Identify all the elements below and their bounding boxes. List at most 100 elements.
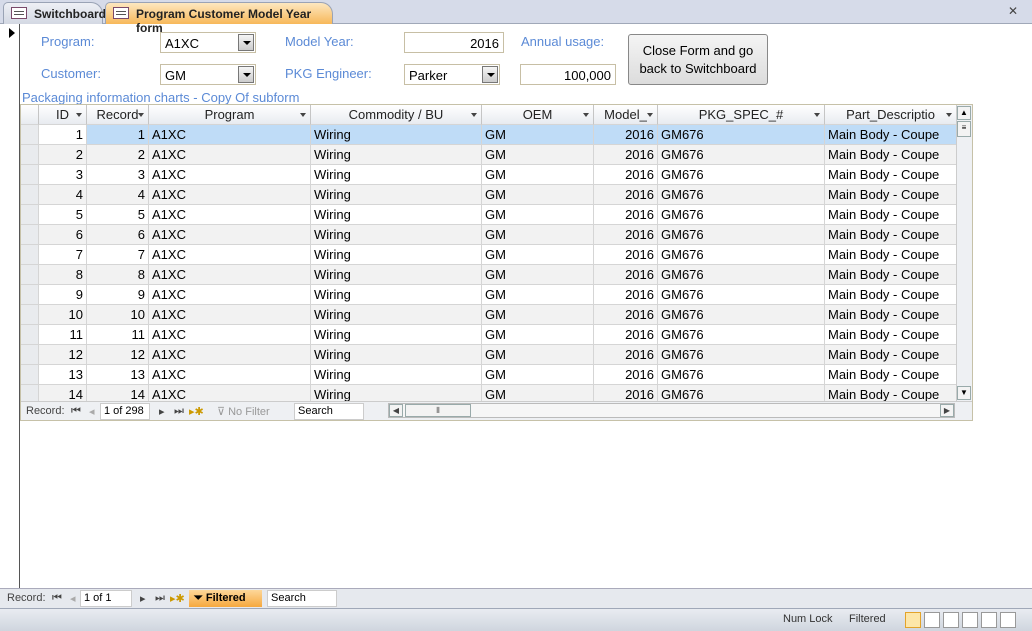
cell-model[interactable]: 2016 xyxy=(594,125,658,145)
cell-part-description[interactable]: Main Body - Coupe xyxy=(825,125,957,145)
cell-commodity-bu[interactable]: Wiring xyxy=(311,205,482,225)
table-row[interactable]: 1 1 A1XC Wiring GM 2016 GM676 Main Body - Coupe xyxy=(21,125,957,145)
sort-arrow-icon[interactable] xyxy=(647,113,653,117)
cell-commodity-bu[interactable]: Wiring xyxy=(311,305,482,325)
cell-model[interactable]: 2016 xyxy=(594,265,658,285)
cell-id[interactable]: 11 xyxy=(39,325,87,345)
next-record-icon[interactable]: ▸ xyxy=(159,405,165,418)
cell-model[interactable]: 2016 xyxy=(594,225,658,245)
pivotchart-view-icon[interactable] xyxy=(962,612,978,628)
cell-record[interactable]: 3 xyxy=(87,165,149,185)
select-all-corner[interactable] xyxy=(21,105,39,125)
row-selector[interactable] xyxy=(21,265,39,285)
sort-arrow-icon[interactable] xyxy=(138,113,144,117)
cell-program[interactable]: A1XC xyxy=(149,245,311,265)
cell-id[interactable]: 9 xyxy=(39,285,87,305)
cell-commodity-bu[interactable]: Wiring xyxy=(311,285,482,305)
tab-switchboard[interactable]: Switchboard xyxy=(3,2,106,24)
cell-part-description[interactable]: Main Body - Coupe xyxy=(825,285,957,305)
search-input[interactable]: Search xyxy=(294,403,364,420)
next-record-icon[interactable]: ▸ xyxy=(140,592,146,605)
cell-id[interactable]: 4 xyxy=(39,185,87,205)
cell-oem[interactable]: GM xyxy=(482,185,594,205)
program-combo[interactable]: A1XC xyxy=(160,32,256,53)
cell-commodity-bu[interactable]: Wiring xyxy=(311,225,482,245)
cell-part-description[interactable]: Main Body - Coupe xyxy=(825,165,957,185)
cell-record[interactable]: 5 xyxy=(87,205,149,225)
layout-view-icon[interactable] xyxy=(981,612,997,628)
cell-id[interactable]: 6 xyxy=(39,225,87,245)
cell-commodity-bu[interactable]: Wiring xyxy=(311,325,482,345)
cell-program[interactable]: A1XC xyxy=(149,145,311,165)
cell-oem[interactable]: GM xyxy=(482,205,594,225)
scroll-thumb[interactable]: ≡ xyxy=(957,121,971,137)
cell-record[interactable]: 1 xyxy=(87,125,149,145)
cell-oem[interactable]: GM xyxy=(482,325,594,345)
cell-model[interactable]: 2016 xyxy=(594,185,658,205)
cell-program[interactable]: A1XC xyxy=(149,225,311,245)
close-icon[interactable]: ✕ xyxy=(1008,4,1018,18)
table-row[interactable]: 3 3 A1XC Wiring GM 2016 GM676 Main Body - Coupe xyxy=(21,165,957,185)
row-selector[interactable] xyxy=(21,345,39,365)
cell-program[interactable]: A1XC xyxy=(149,365,311,385)
vertical-scrollbar[interactable]: ▲ ≡ ▼ xyxy=(956,105,972,401)
filtered-button[interactable]: ⏷ Filtered xyxy=(189,590,262,607)
close-form-button[interactable]: Close Form and go back to Switchboard xyxy=(628,34,768,85)
form-view-icon[interactable] xyxy=(905,612,921,628)
datasheet-view-icon[interactable] xyxy=(924,612,940,628)
column-header-program[interactable]: Program xyxy=(149,105,311,125)
column-header-record[interactable]: Record xyxy=(87,105,149,125)
cell-model[interactable]: 2016 xyxy=(594,145,658,165)
chevron-down-icon[interactable] xyxy=(238,66,254,83)
row-selector[interactable] xyxy=(21,365,39,385)
column-header-oem[interactable]: OEM xyxy=(482,105,594,125)
cell-record[interactable]: 13 xyxy=(87,365,149,385)
table-row[interactable]: 2 2 A1XC Wiring GM 2016 GM676 Main Body - Coupe xyxy=(21,145,957,165)
record-position-field[interactable]: 1 of 1 xyxy=(80,590,132,607)
cell-pkg-spec[interactable]: GM676 xyxy=(658,165,825,185)
cell-part-description[interactable]: Main Body - Coupe xyxy=(825,145,957,165)
search-input[interactable]: Search xyxy=(267,590,337,607)
table-row[interactable]: 5 5 A1XC Wiring GM 2016 GM676 Main Body - Coupe xyxy=(21,205,957,225)
cell-part-description[interactable]: Main Body - Coupe xyxy=(825,225,957,245)
row-selector[interactable] xyxy=(21,305,39,325)
first-record-icon[interactable]: ⏮ xyxy=(52,592,62,605)
cell-model[interactable]: 2016 xyxy=(594,365,658,385)
cell-pkg-spec[interactable]: GM676 xyxy=(658,325,825,345)
column-header-pkg-spec[interactable]: PKG_SPEC_# xyxy=(658,105,825,125)
cell-commodity-bu[interactable]: Wiring xyxy=(311,345,482,365)
cell-program[interactable]: A1XC xyxy=(149,165,311,185)
row-selector[interactable] xyxy=(21,225,39,245)
table-row[interactable]: 4 4 A1XC Wiring GM 2016 GM676 Main Body - Coupe xyxy=(21,185,957,205)
cell-part-description[interactable]: Main Body - Coupe xyxy=(825,265,957,285)
cell-id[interactable]: 13 xyxy=(39,365,87,385)
cell-record[interactable]: 7 xyxy=(87,245,149,265)
cell-part-description[interactable]: Main Body - Coupe xyxy=(825,305,957,325)
sort-arrow-icon[interactable] xyxy=(946,113,952,117)
pivottable-view-icon[interactable] xyxy=(943,612,959,628)
cell-program[interactable]: A1XC xyxy=(149,285,311,305)
scroll-up-icon[interactable]: ▲ xyxy=(957,106,971,120)
last-record-icon[interactable]: ⏭ xyxy=(155,592,165,605)
record-position-field[interactable]: 1 of 298 xyxy=(100,403,150,420)
cell-oem[interactable]: GM xyxy=(482,265,594,285)
column-header-id[interactable]: ID xyxy=(39,105,87,125)
cell-oem[interactable]: GM xyxy=(482,125,594,145)
cell-commodity-bu[interactable]: Wiring xyxy=(311,145,482,165)
cell-oem[interactable]: GM xyxy=(482,245,594,265)
cell-id[interactable]: 12 xyxy=(39,345,87,365)
cell-pkg-spec[interactable]: GM676 xyxy=(658,125,825,145)
sort-arrow-icon[interactable] xyxy=(300,113,306,117)
cell-oem[interactable]: GM xyxy=(482,345,594,365)
cell-oem[interactable]: GM xyxy=(482,305,594,325)
cell-pkg-spec[interactable]: GM676 xyxy=(658,365,825,385)
cell-model[interactable]: 2016 xyxy=(594,345,658,365)
column-header-model[interactable]: Model_ xyxy=(594,105,658,125)
cell-commodity-bu[interactable]: Wiring xyxy=(311,245,482,265)
cell-program[interactable]: A1XC xyxy=(149,305,311,325)
cell-oem[interactable]: GM xyxy=(482,225,594,245)
row-selector[interactable] xyxy=(21,165,39,185)
cell-pkg-spec[interactable]: GM676 xyxy=(658,245,825,265)
cell-model[interactable]: 2016 xyxy=(594,245,658,265)
previous-record-icon[interactable]: ◂ xyxy=(89,405,95,418)
